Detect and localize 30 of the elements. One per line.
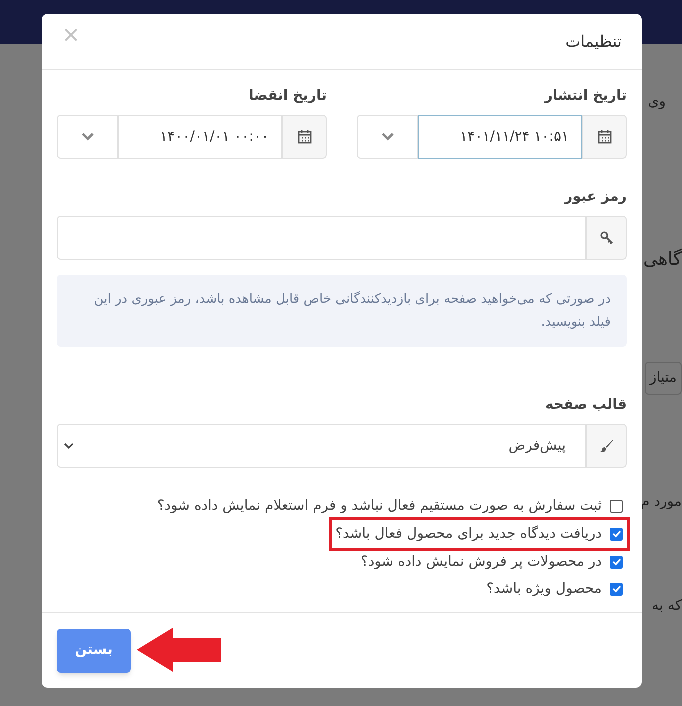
date-field[interactable]: ۱۴۰۱/۱۱/۲۴ ۱۰:۵۱ [418,115,582,159]
chevron-icon [380,132,394,142]
background-text: وی [648,93,666,112]
checkbox-label: محصول ویژه باشد؟ [486,580,602,599]
checkbox[interactable] [610,556,623,568]
background-text: متیاز [645,362,682,395]
key-icon [586,216,627,260]
template-select[interactable]: پیش‌فرض [57,424,586,468]
chevron-icon [64,442,74,450]
field-label: تاریخ انقضا [248,87,327,106]
field-label: تاریخ انتشار [543,87,627,106]
checkbox[interactable] [610,582,623,596]
field-label: رمز عبور [563,188,627,207]
brush-icon [586,424,627,468]
background-text: مورد م [641,493,682,512]
checkbox[interactable] [610,528,623,540]
background-text: گاهی [643,248,682,272]
field-label: قالب صفحه [544,396,627,415]
background-text: که به [652,597,682,616]
calendar-icon[interactable] [582,115,627,159]
checkbox-label: دریافت دیدگاه جدید برای محصول فعال باشد؟ [336,524,602,544]
checkbox-label: ثبت سفارش به صورت مستقیم فعال نباشد و فرم استعلام نمایش داده شود؟ [157,497,602,516]
calendar-icon[interactable] [282,115,327,159]
checkbox[interactable] [610,500,623,512]
password-field[interactable] [57,216,586,260]
date-field[interactable]: ۱۴۰۰/۰۱/۰۱ ۰۰:۰۰ [118,115,282,159]
chevron-icon [80,132,94,142]
help-text: در صورتی که می‌خواهید صفحه برای بازدیدکنندگانی خاص قابل مشاهده باشد، رمز عبوری در این فیلد بنویسید. [57,275,627,347]
checkbox-label: در محصولات پر فروش نمایش داده شود؟ [361,553,602,572]
dialog-title: تنظیمات [566,30,622,52]
